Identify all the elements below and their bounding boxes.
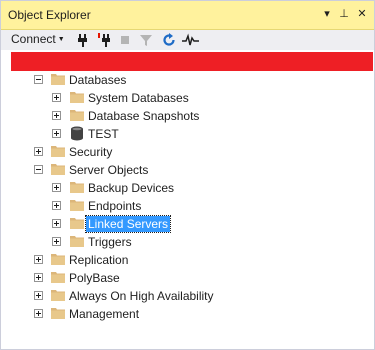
collapse-toggle-icon[interactable] — [34, 75, 43, 84]
tree-node-label: Databases — [69, 73, 127, 87]
folder-icon — [51, 145, 65, 157]
tree-node-security[interactable]: Security — [1, 143, 374, 161]
expand-toggle-icon[interactable] — [52, 237, 61, 246]
disconnect-plug-icon[interactable] — [96, 32, 112, 48]
expand-toggle-icon[interactable] — [34, 291, 43, 300]
folder-icon — [70, 109, 84, 121]
tree-node-test-database[interactable]: TEST — [1, 125, 374, 143]
tree-node-label: Triggers — [88, 235, 132, 249]
pin-icon[interactable]: ⊥ — [336, 6, 352, 22]
connect-label: Connect — [11, 32, 56, 46]
tree-node-label: System Databases — [88, 91, 189, 105]
title-bar: Object Explorer ▾ ⊥ ✕ — [1, 1, 374, 30]
tree-node-databases[interactable]: Databases — [1, 71, 374, 89]
tree-node-database-snapshots[interactable]: Database Snapshots — [1, 107, 374, 125]
tree-node-polybase[interactable]: PolyBase — [1, 269, 374, 287]
expand-toggle-icon[interactable] — [52, 219, 61, 228]
folder-icon — [70, 235, 84, 247]
object-tree: Databases System Databases Database Snap… — [1, 51, 374, 349]
expand-toggle-icon[interactable] — [52, 93, 61, 102]
tree-node-server-objects[interactable]: Server Objects — [1, 161, 374, 179]
expand-toggle-icon[interactable] — [34, 309, 43, 318]
tree-node-label: Server Objects — [69, 163, 149, 177]
connect-button[interactable]: Connect ▼ — [11, 32, 65, 46]
tree-node-system-databases[interactable]: System Databases — [1, 89, 374, 107]
database-icon — [70, 126, 84, 141]
folder-icon — [70, 91, 84, 103]
folder-icon — [51, 253, 65, 265]
tree-node-label: Backup Devices — [88, 181, 175, 195]
redacted-server-node[interactable] — [11, 52, 373, 71]
object-explorer-window: Object Explorer ▾ ⊥ ✕ Connect ▼ Database… — [0, 0, 375, 350]
tree-node-label-selected: Linked Servers — [84, 215, 172, 233]
tree-node-label: Management — [69, 307, 140, 321]
folder-icon — [51, 271, 65, 283]
folder-icon — [51, 163, 65, 175]
expand-toggle-icon[interactable] — [34, 147, 43, 156]
expand-toggle-icon[interactable] — [52, 111, 61, 120]
tree-node-label: Replication — [69, 253, 129, 267]
folder-icon — [70, 199, 84, 211]
activity-monitor-icon[interactable] — [182, 32, 199, 48]
window-position-dropdown-icon[interactable]: ▾ — [319, 6, 335, 22]
expand-toggle-icon[interactable] — [34, 273, 43, 282]
tree-node-endpoints[interactable]: Endpoints — [1, 197, 374, 215]
chevron-down-icon: ▼ — [57, 36, 65, 43]
tree-node-label: TEST — [88, 127, 119, 141]
folder-icon — [70, 181, 84, 193]
tree-node-label: Endpoints — [88, 199, 142, 213]
folder-icon — [51, 73, 65, 85]
folder-icon — [51, 289, 65, 301]
stop-icon[interactable] — [117, 32, 133, 48]
tree-node-backup-devices[interactable]: Backup Devices — [1, 179, 374, 197]
collapse-toggle-icon[interactable] — [34, 165, 43, 174]
close-icon[interactable]: ✕ — [354, 6, 370, 22]
tree-node-linked-servers[interactable]: Linked Servers — [1, 215, 374, 233]
expand-toggle-icon[interactable] — [52, 183, 61, 192]
window-title: Object Explorer — [8, 8, 91, 22]
folder-icon — [51, 307, 65, 319]
tree-node-replication[interactable]: Replication — [1, 251, 374, 269]
folder-icon — [70, 217, 84, 229]
filter-icon[interactable] — [138, 32, 154, 48]
expand-toggle-icon[interactable] — [34, 255, 43, 264]
toolbar: Connect ▼ — [1, 30, 374, 50]
refresh-icon[interactable] — [161, 32, 177, 48]
expand-toggle-icon[interactable] — [52, 129, 61, 138]
tree-node-label: PolyBase — [69, 271, 120, 285]
tree-node-label: Database Snapshots — [88, 109, 200, 123]
tree-node-label: Always On High Availability — [69, 289, 214, 303]
tree-node-triggers[interactable]: Triggers — [1, 233, 374, 251]
expand-toggle-icon[interactable] — [52, 201, 61, 210]
tree-node-label: Security — [69, 145, 113, 159]
tree-node-always-on[interactable]: Always On High Availability — [1, 287, 374, 305]
tree-node-management[interactable]: Management — [1, 305, 374, 323]
connect-plug-icon[interactable] — [75, 32, 91, 48]
